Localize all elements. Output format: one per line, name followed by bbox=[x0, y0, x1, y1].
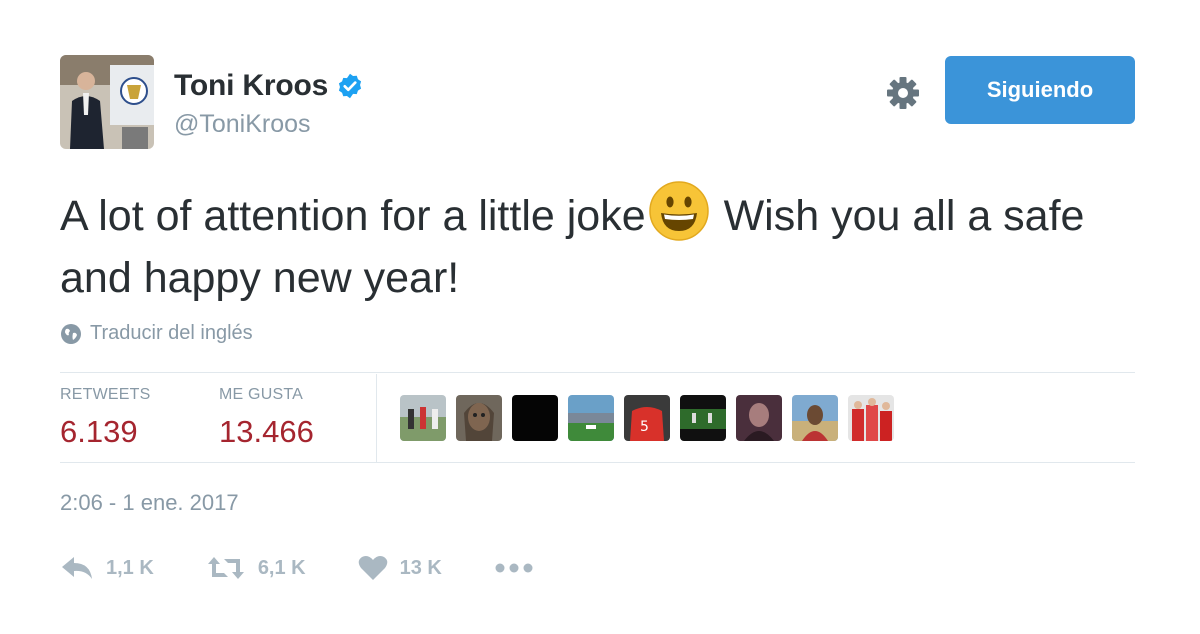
avatar[interactable] bbox=[60, 55, 154, 149]
likes-value: 13.466 bbox=[219, 414, 314, 449]
divider bbox=[60, 372, 1135, 373]
display-name[interactable]: Toni Kroos bbox=[174, 69, 328, 103]
like-count: 13 K bbox=[399, 556, 442, 579]
user-handle[interactable]: @ToniKroos bbox=[174, 110, 311, 139]
gear-icon[interactable] bbox=[883, 73, 923, 113]
liker-avatar[interactable]: 5 bbox=[624, 395, 670, 441]
liker-avatar[interactable] bbox=[568, 395, 614, 441]
retweet-count: 6,1 K bbox=[257, 556, 306, 579]
verified-badge-icon bbox=[336, 72, 364, 100]
action-bar: 1,1 K 6,1 K 13 K bbox=[60, 552, 534, 584]
svg-text:5: 5 bbox=[640, 419, 649, 435]
liker-avatar[interactable] bbox=[456, 395, 502, 441]
retweets-value: 6.139 bbox=[60, 414, 138, 449]
retweets-stat[interactable]: RETWEETS 6.139 bbox=[60, 386, 151, 450]
divider bbox=[60, 462, 1135, 463]
likes-label: ME GUSTA bbox=[219, 386, 303, 403]
reply-icon bbox=[62, 557, 92, 579]
liker-avatar[interactable] bbox=[736, 395, 782, 441]
following-button[interactable]: Siguiendo bbox=[945, 56, 1135, 124]
liker-avatar[interactable] bbox=[400, 395, 446, 441]
retweet-icon bbox=[207, 557, 244, 579]
more-dots-icon[interactable] bbox=[494, 562, 534, 574]
tweet-card: Toni Kroos @ToniKroos Siguiendo A lot of… bbox=[0, 0, 1200, 634]
like-button[interactable]: 13 K bbox=[358, 555, 442, 581]
stats-divider bbox=[376, 374, 377, 462]
globe-icon bbox=[61, 323, 81, 344]
smiley-emoji-icon bbox=[648, 180, 710, 242]
retweets-label: RETWEETS bbox=[60, 386, 151, 403]
tweet-timestamp[interactable]: 2:06 - 1 ene. 2017 bbox=[60, 490, 239, 516]
likers-list: 5 bbox=[400, 395, 904, 441]
likes-stat[interactable]: ME GUSTA 13.466 bbox=[219, 386, 314, 450]
translate-label: Traducir del inglés bbox=[90, 322, 253, 344]
liker-avatar[interactable] bbox=[792, 395, 838, 441]
tweet-text-part-1: A lot of attention for a little joke bbox=[60, 192, 646, 240]
tweet-text: A lot of attention for a little joke Wis… bbox=[60, 180, 1150, 309]
name-row: Toni Kroos bbox=[174, 68, 364, 104]
reply-count: 1,1 K bbox=[106, 556, 154, 579]
translate-link[interactable]: Traducir del inglés bbox=[60, 322, 253, 345]
heart-icon bbox=[358, 556, 387, 580]
liker-avatar[interactable] bbox=[848, 395, 894, 441]
liker-avatar[interactable] bbox=[680, 395, 726, 441]
reply-button[interactable]: 1,1 K bbox=[60, 555, 154, 581]
liker-avatar[interactable] bbox=[512, 395, 558, 441]
retweet-button[interactable]: 6,1 K bbox=[206, 555, 306, 581]
